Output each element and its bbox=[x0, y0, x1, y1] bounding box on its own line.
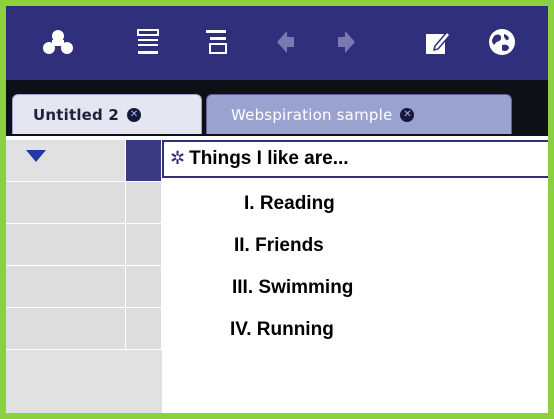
tab-webspiration-sample[interactable]: Webspiration sample ✕ bbox=[206, 94, 512, 134]
close-tab-icon[interactable]: ✕ bbox=[400, 107, 415, 122]
row-handle[interactable] bbox=[6, 308, 126, 350]
row-handle[interactable] bbox=[6, 266, 126, 308]
row-handle[interactable] bbox=[6, 182, 126, 224]
outline-item-friends[interactable]: II. Friends bbox=[234, 235, 324, 257]
outline-content: ✲ Things I like are... I. Reading II. Fr… bbox=[162, 140, 548, 413]
outline-item-reading[interactable]: I. Reading bbox=[244, 193, 335, 215]
globe-icon[interactable] bbox=[484, 24, 520, 60]
row-selector[interactable] bbox=[126, 224, 162, 266]
close-tab-icon[interactable]: ✕ bbox=[127, 107, 142, 122]
tab-label: Webspiration sample bbox=[231, 105, 393, 124]
outline-view-icon[interactable] bbox=[130, 24, 166, 60]
row-selector[interactable] bbox=[126, 140, 162, 182]
tab-untitled-2[interactable]: Untitled 2 ✕ bbox=[12, 94, 202, 134]
collapse-toggle[interactable] bbox=[6, 140, 126, 182]
row-selector[interactable] bbox=[126, 308, 162, 350]
tab-label: Untitled 2 bbox=[33, 105, 120, 124]
back-arrow-icon[interactable] bbox=[268, 24, 304, 60]
row-gutter bbox=[6, 140, 162, 413]
arrange-icon[interactable] bbox=[198, 24, 234, 60]
row-selector[interactable] bbox=[126, 266, 162, 308]
main-topic[interactable]: ✲ Things I like are... bbox=[162, 140, 548, 178]
tab-strip: Untitled 2 ✕ Webspiration sample ✕ bbox=[6, 80, 548, 136]
app-frame: Untitled 2 ✕ Webspiration sample ✕ ✲ Thi… bbox=[0, 0, 554, 419]
topic-text[interactable]: Things I like are... bbox=[189, 148, 348, 170]
outline-item-swimming[interactable]: III. Swimming bbox=[232, 277, 353, 299]
forward-arrow-icon[interactable] bbox=[328, 24, 364, 60]
outline-item-running[interactable]: IV. Running bbox=[230, 319, 334, 341]
gear-icon[interactable]: ✲ bbox=[170, 150, 185, 168]
edit-note-icon[interactable] bbox=[420, 24, 456, 60]
row-handle[interactable] bbox=[6, 224, 126, 266]
row-selector[interactable] bbox=[126, 182, 162, 224]
toolbar bbox=[6, 6, 548, 80]
triangle-down-icon bbox=[26, 150, 46, 162]
diagram-view-icon[interactable] bbox=[40, 24, 76, 60]
